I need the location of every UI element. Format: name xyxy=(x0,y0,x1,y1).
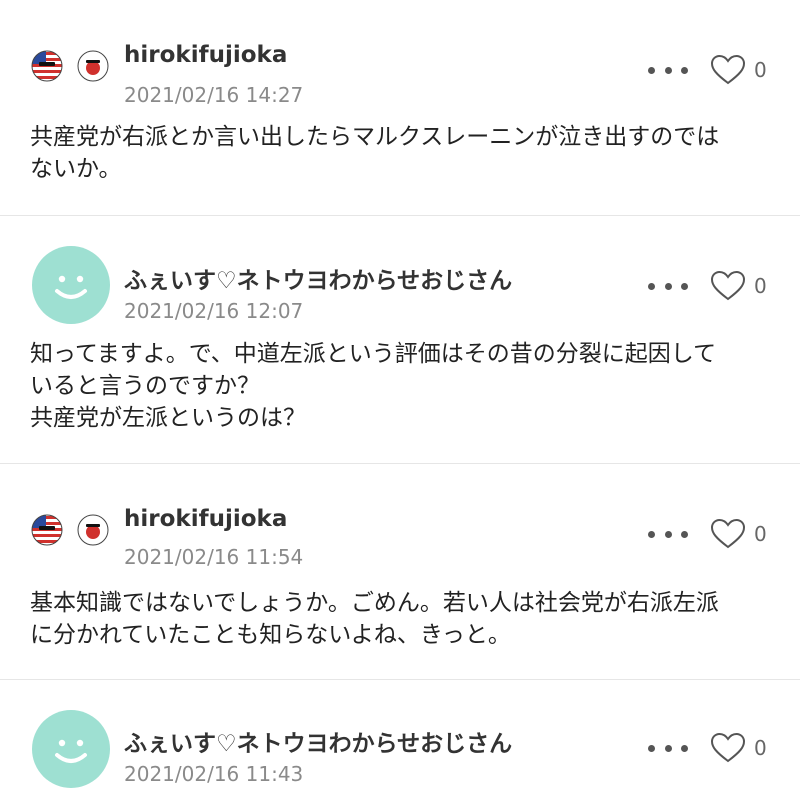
comment-item: hirokifujioka 2021/02/16 11:54 0 基本知識ではな… xyxy=(0,464,800,680)
avatar[interactable] xyxy=(32,710,110,788)
comment-body: 知ってますよ。で、中道左派という評価はその昔の分裂に起因して いると言うのですか… xyxy=(30,338,770,434)
like-count: 0 xyxy=(754,58,767,82)
comment-body: 共産党が右派とか言い出したらマルクスレーニンが泣き出すのでは ないか。 xyxy=(30,121,770,185)
comment-line: ないか。 xyxy=(30,156,122,182)
comment-timestamp: 2021/02/16 11:43 xyxy=(124,762,304,786)
comment-username[interactable]: hirokifujioka xyxy=(124,506,287,532)
japan-ball-icon xyxy=(76,512,110,546)
more-options-button[interactable] xyxy=(648,276,688,296)
comment-body: 基本知識ではないでしょうか。ごめん。若い人は社会党が右派左派 に分かれていたこと… xyxy=(30,587,770,651)
comment-username[interactable]: ふぇいす♡ネトウヨわからせおじさん xyxy=(124,261,512,295)
comment-timestamp: 2021/02/16 11:54 xyxy=(124,545,304,569)
comment-line: 共産党が右派とか言い出したらマルクスレーニンが泣き出すのでは xyxy=(30,124,720,150)
comment-line: 共産党が左派というのは？ xyxy=(30,405,306,431)
comment-timestamp: 2021/02/16 14:27 xyxy=(124,83,304,107)
more-dots-icon xyxy=(648,744,655,752)
like-button[interactable] xyxy=(710,270,746,302)
like-count: 0 xyxy=(754,274,767,298)
like-count: 0 xyxy=(754,522,767,546)
smiley-avatar-icon xyxy=(55,739,87,763)
like-count: 0 xyxy=(754,736,767,760)
comment-line: 知ってますよ。で、中道左派という評価はその昔の分裂に起因して xyxy=(30,341,717,367)
more-dots-icon xyxy=(648,530,655,538)
japan-ball-icon xyxy=(76,48,110,82)
comment-item: ふぇいす♡ネトウヨわからせおじさん 2021/02/16 11:43 0 xyxy=(0,680,800,804)
more-options-button[interactable] xyxy=(648,738,688,758)
heart-icon xyxy=(710,732,746,763)
more-options-button[interactable] xyxy=(648,60,688,80)
more-dots-icon xyxy=(648,66,655,74)
like-button[interactable] xyxy=(710,54,746,86)
smiley-avatar-icon xyxy=(55,275,87,299)
comment-timestamp: 2021/02/16 12:07 xyxy=(124,299,304,323)
comment-item: ふぇいす♡ネトウヨわからせおじさん 2021/02/16 12:07 0 知って… xyxy=(0,216,800,464)
comment-item: hirokifujioka 2021/02/16 14:27 0 共産党が右派と… xyxy=(0,0,800,216)
like-button[interactable] xyxy=(710,732,746,764)
comment-username[interactable]: hirokifujioka xyxy=(124,42,287,68)
heart-icon xyxy=(710,270,746,301)
usa-ball-icon xyxy=(30,48,64,82)
like-button[interactable] xyxy=(710,518,746,550)
comment-line: いると言うのですか？ xyxy=(30,373,260,399)
heart-icon xyxy=(710,518,746,549)
usa-ball-icon xyxy=(30,512,64,546)
avatar[interactable] xyxy=(32,246,110,324)
comment-username[interactable]: ふぇいす♡ネトウヨわからせおじさん xyxy=(124,724,512,758)
comment-line: 基本知識ではないでしょうか。ごめん。若い人は社会党が右派左派 xyxy=(30,590,719,616)
comment-line: に分かれていたことも知らないよね、きっと。 xyxy=(30,622,511,648)
more-options-button[interactable] xyxy=(648,524,688,544)
heart-icon xyxy=(710,54,746,85)
more-dots-icon xyxy=(648,282,655,290)
